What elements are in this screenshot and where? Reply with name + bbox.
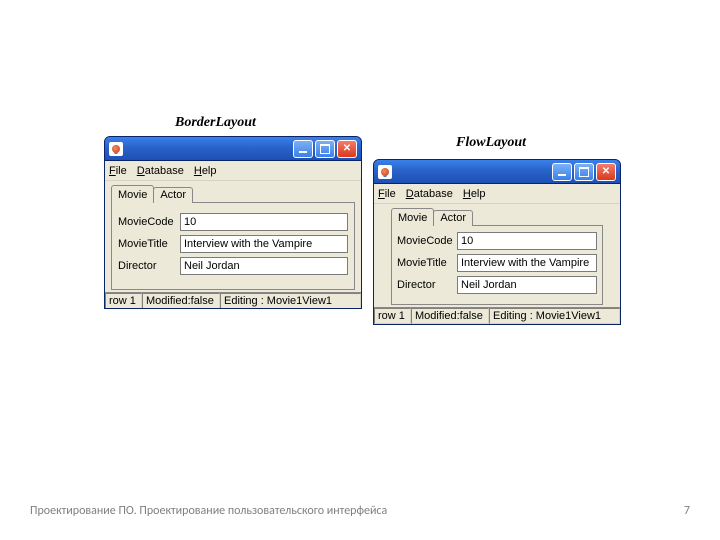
tab-movie[interactable]: Movie [391,208,434,226]
statusbar: row 1 Modified:false Editing : Movie1Vie… [374,307,620,324]
footer-text: Проектирование ПО. Проектирование пользо… [30,504,387,518]
minimize-button[interactable] [552,163,572,181]
input-moviecode[interactable]: 10 [180,213,348,231]
label-moviecode: MovieCode [397,235,457,247]
maximize-button[interactable] [315,140,335,158]
client-area: Movie Actor MovieCode 10 MovieTitle Inte… [105,181,361,292]
label-movietitle: MovieTitle [397,257,457,269]
menu-file[interactable]: File [378,188,396,200]
close-button[interactable] [337,140,357,158]
status-editing: Editing : Movie1View1 [220,293,361,309]
menubar: File Database Help [105,161,361,181]
menu-file[interactable]: File [109,165,127,177]
client-area: Movie Actor MovieCode 10 MovieTitle Inte… [374,204,620,307]
tab-actor[interactable]: Actor [433,210,473,226]
caption-border: BorderLayout [175,115,256,131]
java-icon [109,142,123,156]
input-moviecode[interactable]: 10 [457,232,597,250]
tab-movie[interactable]: Movie [111,185,154,203]
titlebar[interactable] [105,137,361,161]
label-director: Director [397,279,457,291]
input-director[interactable]: Neil Jordan [457,276,597,294]
input-director[interactable]: Neil Jordan [180,257,348,275]
page-number: 7 [684,504,690,518]
status-editing: Editing : Movie1View1 [489,308,620,324]
java-icon [378,165,392,179]
status-row: row 1 [105,293,142,309]
tab-actor[interactable]: Actor [153,187,193,203]
label-movietitle: MovieTitle [118,238,180,250]
label-moviecode: MovieCode [118,216,180,228]
close-button[interactable] [596,163,616,181]
input-movietitle[interactable]: Interview with the Vampire [180,235,348,253]
statusbar: row 1 Modified:false Editing : Movie1Vie… [105,292,361,309]
titlebar[interactable] [374,160,620,184]
status-row: row 1 [374,308,411,324]
input-movietitle[interactable]: Interview with the Vampire [457,254,597,272]
maximize-button[interactable] [574,163,594,181]
label-director: Director [118,260,180,272]
status-modified: Modified:false [411,308,489,324]
minimize-button[interactable] [293,140,313,158]
menu-help[interactable]: Help [194,165,217,177]
menu-database[interactable]: Database [137,165,184,177]
status-modified: Modified:false [142,293,220,309]
menu-database[interactable]: Database [406,188,453,200]
window-borderlayout: File Database Help Movie Actor MovieCode… [104,136,362,309]
menu-help[interactable]: Help [463,188,486,200]
slide-footer: Проектирование ПО. Проектирование пользо… [0,504,720,518]
window-flowlayout: File Database Help Movie Actor MovieCode… [373,159,621,325]
caption-flow: FlowLayout [456,135,526,151]
menubar: File Database Help [374,184,620,204]
